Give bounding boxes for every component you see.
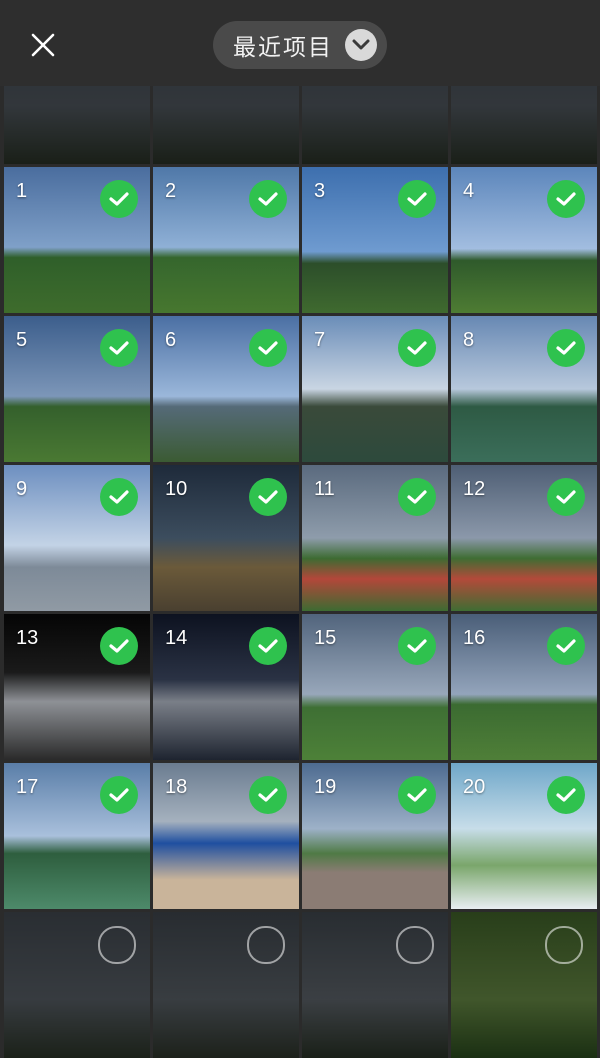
photo-thumbnail[interactable] — [153, 912, 299, 1058]
selection-order-number: 12 — [463, 478, 486, 500]
photo-thumbnail-16[interactable]: 16 — [451, 614, 597, 760]
close-button[interactable] — [26, 28, 60, 62]
checkmark-icon[interactable] — [547, 776, 585, 814]
close-icon — [30, 32, 56, 58]
checkmark-icon[interactable] — [100, 180, 138, 218]
checkmark-icon[interactable] — [547, 627, 585, 665]
checkmark-icon[interactable] — [100, 776, 138, 814]
selection-order-number: 8 — [463, 329, 475, 351]
photo-thumbnail-1[interactable]: 1 — [4, 167, 150, 313]
checkmark-icon[interactable] — [547, 478, 585, 516]
checkmark-icon[interactable] — [547, 180, 585, 218]
unselected-circle-icon[interactable] — [98, 926, 136, 964]
selection-order-number: 19 — [314, 776, 337, 798]
photo-thumbnail-9[interactable]: 9 — [4, 465, 150, 611]
photo-thumbnail-15[interactable]: 15 — [302, 614, 448, 760]
unselected-circle-icon[interactable] — [396, 926, 434, 964]
selection-order-number: 1 — [16, 180, 28, 202]
photo-thumbnail-13[interactable]: 13 — [4, 614, 150, 760]
selection-order-number: 11 — [314, 478, 335, 500]
photo-thumbnail-19[interactable]: 19 — [302, 763, 448, 909]
selection-order-number: 2 — [165, 180, 177, 202]
photo-thumbnail-7[interactable]: 7 — [302, 316, 448, 462]
photo-thumbnail-10[interactable]: 10 — [153, 465, 299, 611]
photo-thumbnail[interactable] — [4, 912, 150, 1058]
checkmark-icon[interactable] — [398, 329, 436, 367]
selection-order-number: 16 — [463, 627, 486, 649]
photo-thumbnail-17[interactable]: 17 — [4, 763, 150, 909]
chevron-down-icon — [345, 29, 377, 61]
checkmark-icon[interactable] — [249, 180, 287, 218]
photo-thumbnail[interactable] — [451, 912, 597, 1058]
selection-order-number: 7 — [314, 329, 326, 351]
selection-order-number: 13 — [16, 627, 39, 649]
photo-thumbnail[interactable] — [302, 912, 448, 1058]
selection-order-number: 3 — [314, 180, 326, 202]
album-selector[interactable]: 最近项目 — [213, 21, 387, 69]
photo-thumbnail-5[interactable]: 5 — [4, 316, 150, 462]
checkmark-icon[interactable] — [100, 478, 138, 516]
checkmark-icon[interactable] — [398, 776, 436, 814]
photo-thumbnail-6[interactable]: 6 — [153, 316, 299, 462]
selection-order-number: 4 — [463, 180, 475, 202]
photo-thumbnail-4[interactable]: 4 — [451, 167, 597, 313]
checkmark-icon[interactable] — [100, 627, 138, 665]
selection-order-number: 18 — [165, 776, 188, 798]
photo-thumbnail-8[interactable]: 8 — [451, 316, 597, 462]
photo-thumbnail-3[interactable]: 3 — [302, 167, 448, 313]
checkmark-icon[interactable] — [249, 776, 287, 814]
checkmark-icon[interactable] — [398, 478, 436, 516]
photo-thumbnail-11[interactable]: 11 — [302, 465, 448, 611]
selection-order-number: 17 — [16, 776, 39, 798]
photo-thumbnail-12[interactable]: 12 — [451, 465, 597, 611]
photo-thumbnail-18[interactable]: 18 — [153, 763, 299, 909]
selection-order-number: 9 — [16, 478, 28, 500]
photo-thumbnail-20[interactable]: 20 — [451, 763, 597, 909]
album-title: 最近项目 — [233, 34, 333, 60]
photo-thumbnail-14[interactable]: 14 — [153, 614, 299, 760]
photo-thumbnail-2[interactable]: 2 — [153, 167, 299, 313]
unselected-circle-icon[interactable] — [545, 926, 583, 964]
selection-order-number: 6 — [165, 329, 177, 351]
checkmark-icon[interactable] — [398, 180, 436, 218]
selection-order-number: 5 — [16, 329, 28, 351]
checkmark-icon[interactable] — [249, 627, 287, 665]
checkmark-icon[interactable] — [249, 329, 287, 367]
selection-order-number: 10 — [165, 478, 188, 500]
selection-order-number: 14 — [165, 627, 188, 649]
selection-order-number: 20 — [463, 776, 486, 798]
photo-grid: 1 2 3 4 5 6 7 8 9 10 11 12 13 14 15 16 17 18 19 20 — [0, 0, 600, 1058]
checkmark-icon[interactable] — [100, 329, 138, 367]
checkmark-icon[interactable] — [547, 329, 585, 367]
checkmark-icon[interactable] — [398, 627, 436, 665]
unselected-circle-icon[interactable] — [247, 926, 285, 964]
selection-order-number: 15 — [314, 627, 337, 649]
checkmark-icon[interactable] — [249, 478, 287, 516]
top-bar: 最近项目 — [0, 0, 600, 86]
